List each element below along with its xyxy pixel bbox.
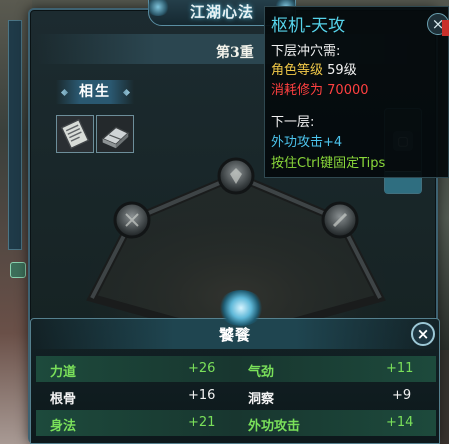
- tooltip-level-requirement: 角色等级 59级: [271, 59, 357, 78]
- stat-value: +21: [188, 415, 216, 430]
- stats-close-icon[interactable]: ×: [411, 322, 435, 346]
- level-label: 角色等级: [271, 63, 324, 78]
- tooltip-hint: 按住Ctrl键固定Tips: [271, 156, 386, 171]
- stat-value: +14: [386, 415, 414, 430]
- stat-value: +9: [392, 388, 412, 403]
- tooltip-next-bonus: 外功攻击+4: [271, 135, 343, 150]
- stat-label: 力道: [50, 365, 77, 380]
- acupoint-node-icon: [321, 201, 359, 239]
- stat-row: 根骨 +16 洞察 +9: [36, 383, 436, 409]
- node-tooltip: 枢机-天攻 × 下层冲穴需: 角色等级 59级 消耗修为 70000 下一层: …: [264, 6, 449, 178]
- stat-label: 根骨: [50, 392, 77, 407]
- stat-value: +11: [386, 361, 414, 376]
- stat-value: +16: [188, 388, 216, 403]
- stat-label: 气劲: [248, 365, 275, 380]
- cost-label: 消耗修为: [271, 83, 324, 98]
- stats-title: 饕餮: [218, 326, 251, 344]
- stat-label: 洞察: [248, 392, 275, 407]
- cost-value: 70000: [327, 83, 369, 98]
- stat-label: 身法: [50, 419, 77, 434]
- offscreen-red-marker: [442, 20, 449, 36]
- tooltip-title: 枢机-天攻: [271, 16, 346, 36]
- stat-value: +26: [188, 361, 216, 376]
- level-value: 59级: [327, 63, 357, 78]
- layer-label: 第3重: [216, 45, 254, 61]
- xiangsheng-section-label: 相生: [56, 80, 134, 104]
- stat-row: 力道 +26 气劲 +11: [36, 356, 436, 382]
- left-hud-tag-icon: [10, 262, 26, 278]
- glowing-orb-icon: [218, 290, 264, 326]
- tooltip-requirement-header: 下层冲穴需:: [271, 44, 341, 59]
- tooltip-next-header: 下一层:: [271, 115, 315, 130]
- acupoint-node-icon: [217, 157, 255, 195]
- stat-label: 外功攻击: [248, 419, 301, 434]
- acupoint-node-icon: [113, 201, 151, 239]
- stat-row: 身法 +21 外功攻击 +14: [36, 410, 436, 436]
- left-hud-bar: [8, 20, 22, 250]
- tooltip-cost-requirement: 消耗修为 70000: [271, 79, 369, 98]
